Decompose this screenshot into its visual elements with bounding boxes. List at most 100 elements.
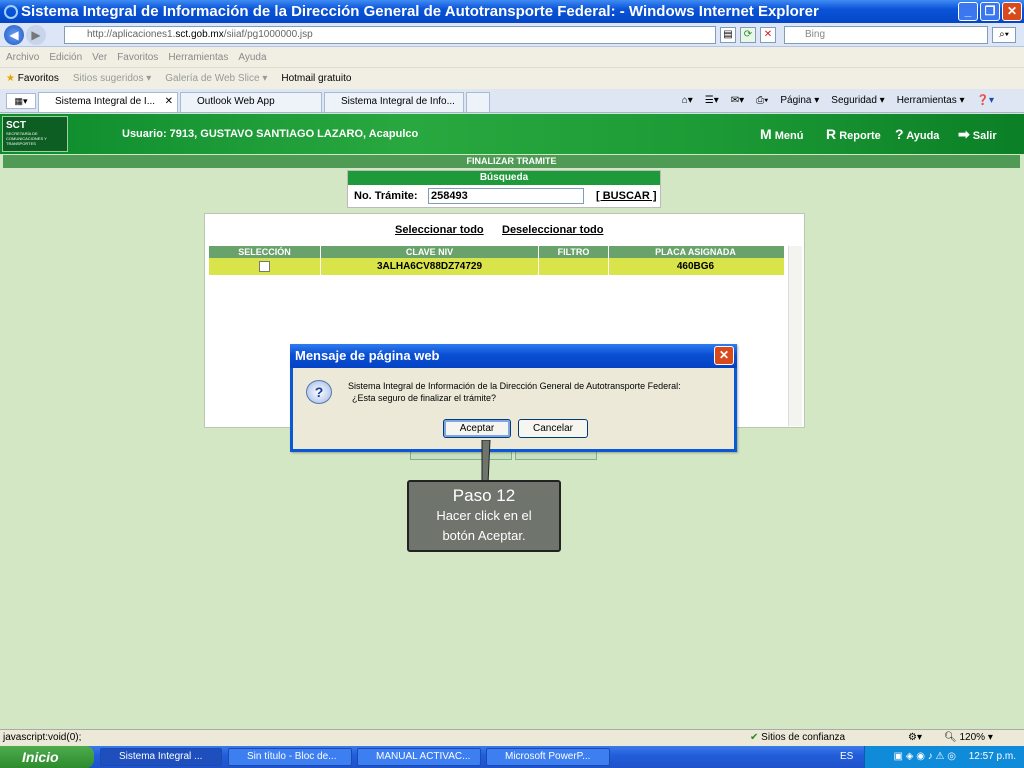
- check-icon: ✔: [750, 732, 759, 743]
- suggested-sites-link[interactable]: Sitios sugeridos ▾: [73, 73, 151, 84]
- window-title-bar: Sistema Integral de Información de la Di…: [0, 0, 1024, 23]
- callout-line2: botón Aceptar.: [442, 528, 526, 543]
- menu-link-label: Menú: [774, 130, 804, 142]
- callout-pointer: [481, 440, 491, 484]
- page-menu[interactable]: Página ▾: [780, 93, 819, 109]
- star-icon: ★: [6, 73, 15, 84]
- aceptar-button[interactable]: Aceptar: [443, 419, 511, 438]
- ie-icon: [4, 4, 18, 19]
- home-icon[interactable]: ⌂▾: [682, 93, 693, 109]
- search-icon[interactable]: ⌕▾: [992, 27, 1016, 43]
- refresh-icon[interactable]: ⟳: [740, 27, 756, 43]
- help-link[interactable]: ? Ayuda: [895, 126, 939, 142]
- url-prefix: http://aplicaciones1.: [87, 29, 176, 40]
- clock: 12:57 p.m.: [968, 751, 1016, 762]
- dialog-close-button[interactable]: ✕: [714, 346, 734, 365]
- search-placeholder: Bing: [805, 29, 826, 40]
- report-link[interactable]: R Reporte: [826, 126, 881, 142]
- start-button[interactable]: Inicio: [0, 746, 94, 768]
- cancelar-button[interactable]: Cancelar: [518, 419, 588, 438]
- help-icon[interactable]: ❓▾: [977, 93, 994, 109]
- menu-favoritos[interactable]: Favoritos: [117, 52, 158, 63]
- window-title: Sistema Integral de Información de la Di…: [21, 3, 819, 20]
- tab-label: Sistema Integral de Info...: [341, 96, 455, 107]
- zoom-control[interactable]: 🔍︎ 120% ▾: [944, 730, 993, 746]
- question-icon: ?: [306, 380, 332, 404]
- deselect-all-link[interactable]: Deseleccionar todo: [502, 224, 603, 236]
- tab-sistema-integral[interactable]: Sistema Integral de I... ✕: [38, 92, 178, 112]
- vertical-scrollbar[interactable]: [788, 246, 802, 426]
- menu-herramientas[interactable]: Herramientas: [168, 52, 228, 63]
- web-slice-gallery-link[interactable]: Galería de Web Slice ▾: [165, 73, 267, 84]
- hotmail-link[interactable]: Hotmail gratuito: [281, 73, 351, 84]
- tools-menu[interactable]: Herramientas ▾: [897, 93, 965, 109]
- stop-icon[interactable]: ✕: [760, 27, 776, 43]
- sct-logo: SCT SECRETARÍA DE COMUNICACIONES Y TRANS…: [2, 116, 68, 152]
- callout-step: Paso 12: [452, 486, 516, 505]
- address-bar[interactable]: http://aplicaciones1.sct.gob.mx/siiaf/pg…: [64, 26, 716, 44]
- favorites-bar: ★ Favoritos Sitios sugeridos ▾ Galería d…: [0, 67, 1024, 89]
- menu-ver[interactable]: Ver: [92, 52, 107, 63]
- section-title: FINALIZAR TRAMITE: [3, 155, 1020, 168]
- menu-icon: M: [760, 126, 772, 142]
- print-icon[interactable]: ⎙▾: [756, 93, 768, 109]
- language-indicator[interactable]: ES: [840, 746, 853, 768]
- favorites-button[interactable]: ★ Favoritos: [6, 73, 59, 84]
- url-domain: sct.gob.mx: [175, 29, 224, 40]
- exit-link-label: Salir: [972, 130, 997, 142]
- menu-link[interactable]: M Menú: [760, 126, 803, 142]
- task-sistema-integral[interactable]: Sistema Integral ...: [100, 748, 222, 766]
- tab-sistema-integral-2[interactable]: Sistema Integral de Info...: [324, 92, 464, 112]
- taskbar: Inicio Sistema Integral ... Sin título -…: [0, 746, 1024, 768]
- favorites-label: Favoritos: [17, 73, 59, 84]
- select-all-link[interactable]: Seleccionar todo: [395, 224, 484, 236]
- close-window-button[interactable]: ✕: [1002, 2, 1022, 21]
- confirm-dialog: Mensaje de página web ✕ ? Sistema Integr…: [290, 344, 737, 452]
- dialog-message: Sistema Integral de Información de la Di…: [348, 380, 681, 404]
- header-filtro: FILTRO: [539, 246, 609, 258]
- header-seleccion: SELECCIÓN: [209, 246, 321, 258]
- dialog-title-bar: Mensaje de página web ✕: [290, 344, 737, 368]
- search-input[interactable]: Bing: [784, 26, 988, 44]
- back-button[interactable]: ◀: [4, 25, 24, 45]
- maximize-button[interactable]: ❐: [980, 2, 1000, 21]
- zoom-label: 120%: [959, 732, 986, 743]
- task-manual[interactable]: MANUAL ACTIVAC...: [357, 748, 481, 766]
- compatibility-icon[interactable]: ▤: [720, 27, 736, 43]
- tab-label: Sistema Integral de I...: [55, 96, 156, 107]
- task-bloc-de-notas[interactable]: Sin título - Bloc de...: [228, 748, 352, 766]
- dialog-message-line2: ¿Esta seguro de finalizar el trámite?: [352, 393, 497, 403]
- trusted-zone: ✔ Sitios de confianza: [750, 730, 845, 746]
- menu-archivo[interactable]: Archivo: [6, 52, 39, 63]
- buscar-link[interactable]: [ BUSCAR ]: [596, 190, 657, 202]
- close-tab-icon[interactable]: ✕: [165, 93, 173, 111]
- results-table: SELECCIÓN CLAVE NIV FILTRO PLACA ASIGNAD…: [209, 246, 784, 275]
- forward-button[interactable]: ▶: [26, 25, 46, 45]
- start-label: Inicio: [22, 749, 59, 765]
- row-checkbox[interactable]: [259, 260, 270, 272]
- address-toolbar: ◀ ▶ http://aplicaciones1.sct.gob.mx/siia…: [0, 23, 1024, 47]
- tab-bar: ▦▾ Sistema Integral de I... ✕ Outlook We…: [0, 89, 1024, 113]
- callout-line1: Hacer click en el: [436, 508, 532, 523]
- search-panel: Búsqueda No. Trámite: 258493 [ BUSCAR ]: [347, 170, 661, 208]
- feeds-icon[interactable]: ☰▾: [705, 93, 719, 109]
- quick-tabs-icon[interactable]: ▦▾: [6, 93, 36, 109]
- minimize-button[interactable]: _: [958, 2, 978, 21]
- row-select-cell: [209, 258, 321, 275]
- protected-mode-icon[interactable]: ⚙▾: [908, 730, 922, 746]
- task-powerpoint[interactable]: Microsoft PowerP...: [486, 748, 610, 766]
- exit-link[interactable]: ➡ Salir: [958, 126, 997, 143]
- row-clave: 3ALHA6CV88DZ74729: [321, 258, 539, 275]
- tab-outlook[interactable]: Outlook Web App: [180, 92, 322, 112]
- logo-text: SCT: [6, 120, 26, 131]
- security-menu[interactable]: Seguridad ▾: [831, 93, 884, 109]
- menu-ayuda[interactable]: Ayuda: [238, 52, 266, 63]
- status-bar: javascript:void(0); ✔ Sitios de confianz…: [0, 729, 1024, 746]
- menu-edicion[interactable]: Edición: [49, 52, 82, 63]
- new-tab-button[interactable]: [466, 92, 490, 112]
- tramite-input[interactable]: 258493: [428, 188, 584, 204]
- status-text: javascript:void(0);: [3, 732, 82, 743]
- search-title: Búsqueda: [348, 171, 660, 185]
- mail-icon[interactable]: ✉▾: [731, 93, 744, 109]
- tray-icons[interactable]: ▣ ◈ ◉ ♪ ⚠ ◎: [894, 751, 956, 762]
